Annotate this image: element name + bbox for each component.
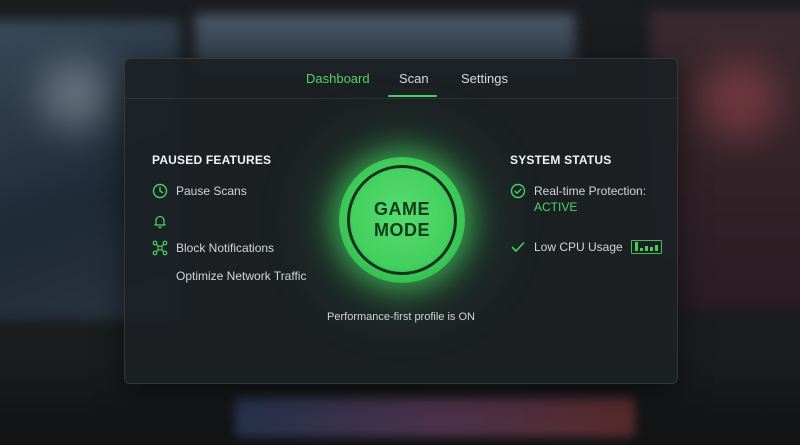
game-mode-label: GAME MODE (374, 199, 430, 241)
paused-item-block-notifications: Block Notifications (152, 240, 274, 256)
status-cpu-usage: Low CPU Usage (510, 239, 662, 255)
tab-bar: Dashboard Scan Settings (125, 59, 677, 99)
paused-item-label: Optimize Network Traffic (176, 269, 307, 283)
paused-item-notifications (152, 213, 176, 229)
game-mode-panel: Dashboard Scan Settings PAUSED FEATURES … (124, 58, 678, 384)
tab-dashboard[interactable]: Dashboard (306, 71, 370, 86)
tab-scan[interactable]: Scan (399, 71, 429, 86)
paused-item-label: Block Notifications (176, 241, 275, 255)
network-icon (152, 240, 168, 256)
cpu-usage-label: Low CPU Usage (534, 240, 623, 254)
check-circle-icon (510, 183, 526, 199)
game-mode-label-line1: GAME (374, 199, 430, 219)
realtime-protection-label: Real-time Protection: (534, 184, 647, 198)
game-mode-button[interactable]: GAME MODE (339, 157, 465, 283)
paused-features-title: PAUSED FEATURES (152, 153, 272, 167)
bell-icon (152, 213, 168, 229)
checkmark-icon (510, 239, 526, 255)
system-status-title: SYSTEM STATUS (510, 153, 612, 167)
background-light (40, 60, 110, 130)
game-mode-label-line2: MODE (374, 220, 430, 240)
active-tab-indicator (388, 95, 437, 97)
tab-settings[interactable]: Settings (461, 71, 508, 86)
background-light (700, 60, 780, 140)
cpu-usage-meter-icon (630, 240, 662, 254)
status-realtime-protection: Real-time Protection: ACTIVE (510, 183, 646, 215)
paused-item-pause-scans: Pause Scans (152, 183, 247, 199)
paused-item-optimize-network: Optimize Network Traffic (152, 269, 306, 283)
background-keyboard (235, 397, 635, 437)
profile-status-text: Performance-first profile is ON (327, 311, 475, 323)
realtime-protection-value: ACTIVE (534, 200, 578, 214)
paused-item-label: Pause Scans (176, 184, 247, 198)
clock-icon (152, 183, 168, 199)
